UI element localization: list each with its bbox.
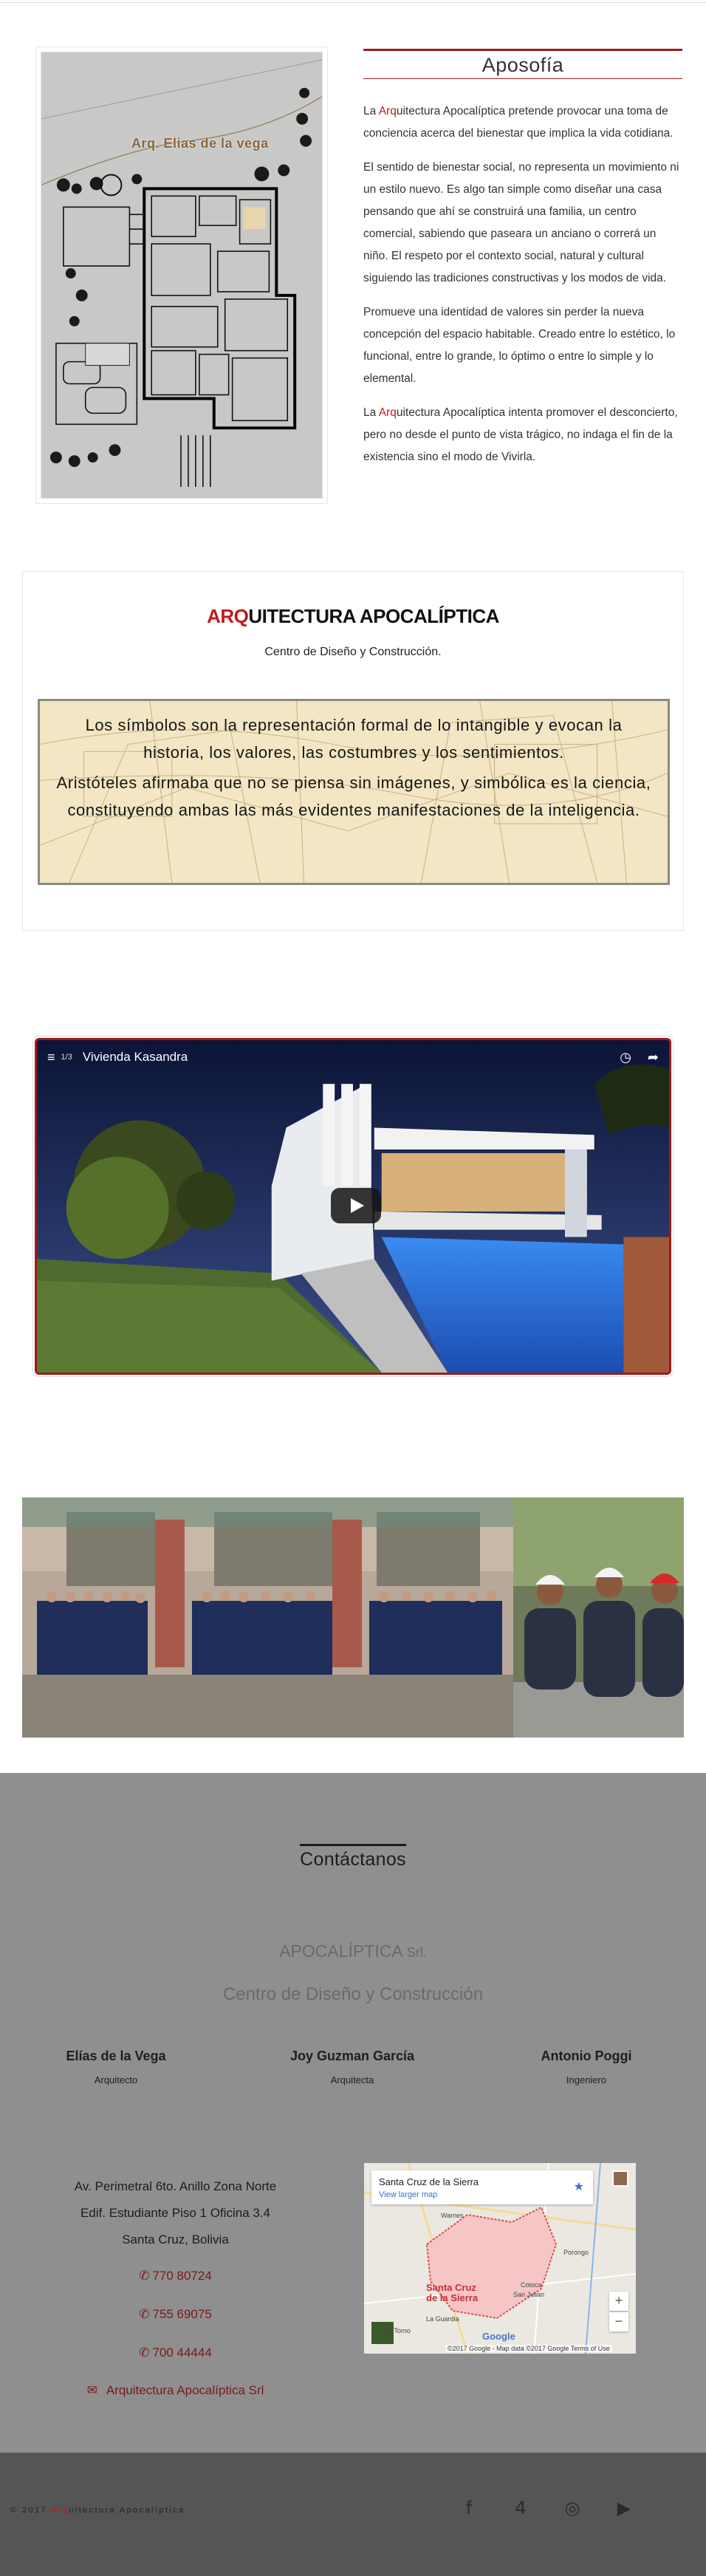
map-town-label: Porongo <box>563 2249 589 2256</box>
map-city-label: Santa Cruz de la Sierra <box>426 2282 479 2303</box>
company-link-text: Arquitectura Apocalíptica Srl <box>106 2383 264 2397</box>
quote-box: Los símbolos son la representación forma… <box>38 699 670 885</box>
phone-icon: ✆ <box>139 2307 150 2321</box>
view-larger-map-link[interactable]: View larger map <box>379 2190 586 2199</box>
about-section-header: Aposofía <box>363 49 682 79</box>
address-line-3: Santa Cruz, Bolivia <box>122 2232 229 2247</box>
contact-title: Contáctanos <box>0 1844 706 1870</box>
person-card: Joy Guzman García Arquitecta <box>264 2049 441 2085</box>
copyright: © 2017 Arquitectura Apocalíptica <box>10 2506 185 2515</box>
contact-title-text: Contáctanos <box>300 1844 406 1870</box>
company-email-link[interactable]: ✉ Arquitectura Apocalíptica Srl <box>52 2383 299 2398</box>
phone-link[interactable]: ✆ 700 44444 <box>52 2346 299 2360</box>
watch-later-icon[interactable]: ◷ <box>620 1050 631 1065</box>
about-paragraph-3: Promueve una identidad de valores sin pe… <box>363 306 676 385</box>
play-button[interactable] <box>331 1188 381 1223</box>
address-line-1: Av. Perimetral 6to. Anillo Zona Norte <box>74 2179 277 2193</box>
about-paragraph-1: La Arquitectura Apocalíptica pretende pr… <box>363 100 682 145</box>
map-town-label: La Guardia <box>426 2315 459 2323</box>
paragraph-prefix: La <box>363 105 379 117</box>
phone-icon: ✆ <box>139 2269 150 2283</box>
youtube-icon[interactable]: ▶ <box>613 2497 635 2519</box>
arq-highlight: Arq <box>378 406 397 419</box>
person-role: Ingeniero <box>566 2074 607 2085</box>
copyright-prefix: © 2017 <box>10 2506 51 2515</box>
phone-icon: ✆ <box>139 2346 150 2360</box>
phone-link[interactable]: ✆ 770 80724 <box>52 2269 299 2283</box>
instagram-icon[interactable]: ◎ <box>561 2497 583 2519</box>
team-photo-collage <box>22 1497 684 1738</box>
contact-section: Contáctanos APOCALÍPTICA Srl. Centro de … <box>0 1773 706 2453</box>
about-paragraph-2: El sentido de bienestar social, no repre… <box>363 161 679 284</box>
paragraph-text: uitectura Apocalíptica intenta promover … <box>363 406 678 463</box>
person-card: Antonio Poggi Ingeniero <box>498 2049 675 2085</box>
phone-number: 755 69075 <box>152 2307 212 2321</box>
playlist-count: 1/3 <box>61 1053 72 1062</box>
video-title[interactable]: Vivienda Kasandra <box>83 1050 188 1065</box>
share-icon[interactable]: ➦ <box>648 1050 659 1065</box>
person-role: Arquitecta <box>330 2074 374 2085</box>
brand-subtitle: Centro de Diseño y Construcción. <box>264 646 442 658</box>
top-divider <box>0 0 706 3</box>
video-player[interactable]: ≡ 1/3 Vivienda Kasandra ◷ ➦ <box>35 1038 671 1375</box>
playlist-icon[interactable]: ≡ <box>47 1050 55 1065</box>
contact-brand-name: APOCALÍPTICA <box>279 1941 402 1961</box>
person-name: Joy Guzman García <box>289 2049 415 2063</box>
copyright-rest: uitectura Apocalíptica <box>69 2506 185 2515</box>
person-role: Arquitecto <box>94 2074 138 2085</box>
video-actions: ◷ ➦ <box>620 1050 659 1065</box>
map-info-card: Santa Cruz de la Sierra View larger map … <box>371 2170 593 2204</box>
about-text: La Arquitectura Apocalíptica pretende pr… <box>363 100 682 480</box>
footer: © 2017 Arquitectura Apocalíptica f 4 ◎ ▶ <box>0 2453 706 2576</box>
brand-block: ARQUITECTURA APOCALÍPTICA Centro de Dise… <box>22 571 684 931</box>
arq-highlight: Arq <box>378 105 397 117</box>
streetview-avatar[interactable] <box>612 2170 628 2187</box>
person-name: Elías de la Vega <box>66 2049 166 2063</box>
quote-paragraph-2: Aristóteles afirmaba que no se piensa si… <box>56 773 651 819</box>
person-card: Elías de la Vega Arquitecto <box>27 2049 205 2085</box>
team-photos <box>22 1497 684 1738</box>
video-topbar: ≡ 1/3 Vivienda Kasandra ◷ ➦ <box>37 1040 669 1074</box>
map-town-label: El Torno <box>386 2327 411 2334</box>
contact-brand: APOCALÍPTICA Srl. <box>0 1941 706 1961</box>
google-map[interactable]: Santa Cruz de la Sierra Warnes Porongo C… <box>364 2163 636 2354</box>
brand-title: ARQUITECTURA APOCALÍPTICA <box>23 605 683 628</box>
contact-subtitle: Centro de Diseño y Construcción <box>222 1984 484 2004</box>
page: Arq. Elias de la vega Aposofía La Arquit… <box>0 0 706 2576</box>
social-links: f 4 ◎ ▶ <box>458 2497 635 2519</box>
person-name: Antonio Poggi <box>541 2049 632 2063</box>
phone-link[interactable]: ✆ 755 69075 <box>52 2307 299 2322</box>
address-line-2: Edif. Estudiante Piso 1 Oficina 3.4 <box>80 2206 271 2220</box>
brand-title-rest: UITECTURA APOCALÍPTICA <box>248 605 499 627</box>
map-place-name: Santa Cruz de la Sierra <box>379 2176 479 2187</box>
map-town-label: Cotoca <box>521 2281 542 2289</box>
paragraph-text: uitectura Apocalíptica pretende provocar… <box>363 105 674 140</box>
phone-number: 770 80724 <box>152 2269 212 2283</box>
save-star-icon[interactable]: ★ <box>574 2179 584 2194</box>
about-title: Aposofía <box>363 49 682 79</box>
plan-label: Arq. Elias de la vega <box>131 136 269 151</box>
address: Av. Perimetral 6to. Anillo Zona Norte Ed… <box>52 2173 299 2253</box>
facebook-icon[interactable]: f <box>458 2497 480 2519</box>
quote-text: Los símbolos son la representación forma… <box>53 711 654 827</box>
floor-plan-image <box>41 52 323 499</box>
foursquare-icon[interactable]: 4 <box>510 2497 532 2519</box>
zoom-out-button[interactable]: − <box>609 2312 628 2331</box>
paragraph-prefix: La <box>363 406 379 419</box>
quote-paragraph-1: Los símbolos son la representación forma… <box>85 716 623 762</box>
map-town-label: San Julián <box>513 2291 545 2298</box>
about-paragraph-4: La Arquitectura Apocalíptica intenta pro… <box>363 402 682 468</box>
brand-title-highlight: ARQ <box>207 605 249 627</box>
map-town-label: Warnes <box>441 2212 464 2219</box>
envelope-icon: ✉ <box>86 2383 97 2397</box>
phone-number: 700 44444 <box>152 2346 212 2360</box>
contact-brand-suffix: Srl. <box>406 1945 427 1960</box>
zoom-in-button[interactable]: + <box>609 2292 628 2311</box>
map-attribution[interactable]: ©2017 Google - Map data ©2017 Google Ter… <box>445 2345 612 2352</box>
copyright-highlight: Arq <box>50 2506 69 2515</box>
google-logo: Google <box>482 2331 515 2342</box>
